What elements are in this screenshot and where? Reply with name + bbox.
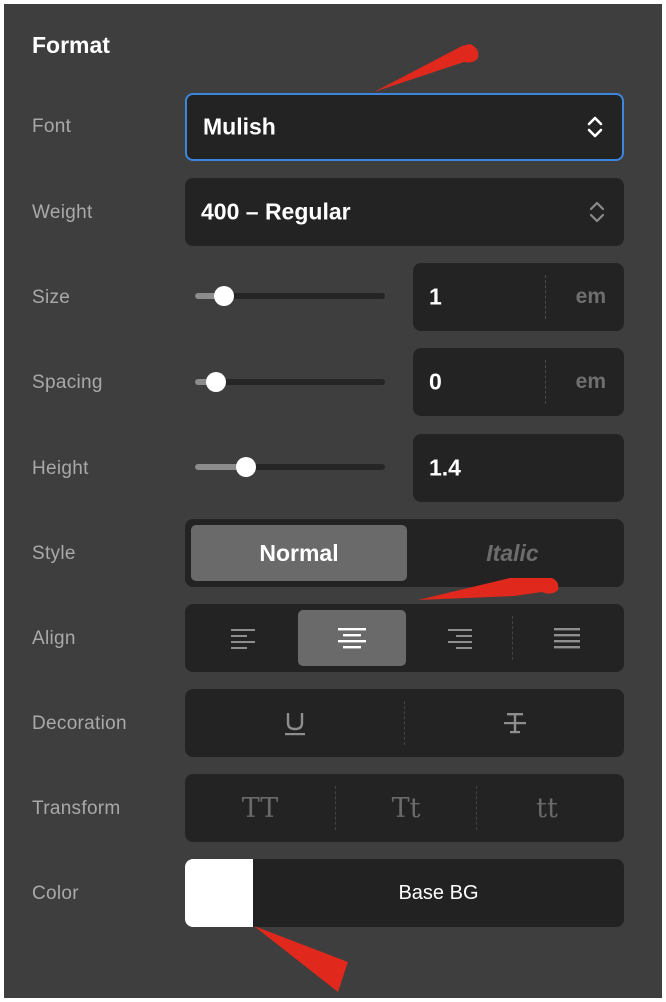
color-swatch[interactable]	[185, 859, 253, 927]
spacing-unit[interactable]: em	[576, 370, 606, 394]
underline-icon	[284, 713, 305, 736]
height-field[interactable]: 1.4	[413, 434, 624, 502]
style-normal-button[interactable]: Normal	[191, 525, 407, 581]
weight-select[interactable]: 400 – Regular	[185, 178, 624, 246]
transform-group: TT Tt tt	[185, 774, 624, 842]
align-group	[185, 604, 624, 672]
color-label: Color	[32, 883, 79, 904]
align-right-icon	[448, 629, 472, 649]
color-picker[interactable]: Base BG	[185, 859, 624, 927]
height-slider[interactable]	[195, 457, 385, 477]
font-select[interactable]: Mulish	[185, 93, 624, 161]
weight-label: Weight	[32, 202, 93, 223]
weight-select-value: 400 – Regular	[201, 198, 351, 225]
spacing-value: 0	[429, 368, 442, 395]
spacing-label: Spacing	[32, 372, 103, 393]
align-right-button[interactable]	[406, 604, 512, 672]
strikethrough-button[interactable]	[405, 689, 624, 757]
transform-uppercase-button[interactable]: TT	[185, 774, 335, 842]
align-justify-button[interactable]	[513, 604, 621, 672]
decoration-label: Decoration	[32, 713, 127, 734]
unit-divider	[545, 275, 546, 319]
strikethrough-icon	[503, 713, 526, 734]
annotation-arrow	[374, 44, 479, 92]
align-left-icon	[231, 629, 255, 649]
annotation-arrow	[418, 578, 559, 600]
format-panel: Format Font Mulish Weight 400 – Regular …	[4, 4, 662, 998]
panel-title: Format	[32, 32, 110, 58]
size-field[interactable]: 1 em	[413, 263, 624, 331]
transform-capitalize-button[interactable]: Tt	[336, 774, 476, 842]
align-center-icon	[338, 628, 366, 649]
font-select-value: Mulish	[203, 113, 276, 140]
spacing-slider[interactable]	[195, 372, 385, 392]
font-label: Font	[32, 116, 72, 137]
underline-button[interactable]	[185, 689, 404, 757]
color-name: Base BG	[398, 881, 479, 904]
align-center-button[interactable]	[298, 610, 406, 666]
chevron-up-down-icon	[587, 116, 603, 138]
spacing-field[interactable]: 0 em	[413, 348, 624, 416]
unit-divider	[545, 360, 546, 404]
height-slider-thumb[interactable]	[236, 457, 257, 477]
size-slider[interactable]	[195, 286, 385, 306]
height-value: 1.4	[429, 454, 461, 481]
transform-label: Transform	[32, 798, 121, 819]
align-justify-icon	[554, 628, 580, 649]
spacing-slider-thumb[interactable]	[205, 372, 226, 392]
annotation-arrow	[254, 926, 348, 992]
height-label: Height	[32, 458, 89, 479]
align-label: Align	[32, 628, 76, 649]
align-left-button[interactable]	[191, 604, 297, 672]
size-value: 1	[429, 283, 442, 310]
transform-lowercase-button[interactable]: tt	[477, 774, 617, 842]
size-unit[interactable]: em	[576, 285, 606, 309]
style-label: Style	[32, 543, 76, 564]
chevron-up-down-icon	[589, 201, 605, 223]
size-label: Size	[32, 287, 71, 308]
size-slider-thumb[interactable]	[213, 286, 234, 306]
decoration-group	[185, 689, 624, 757]
